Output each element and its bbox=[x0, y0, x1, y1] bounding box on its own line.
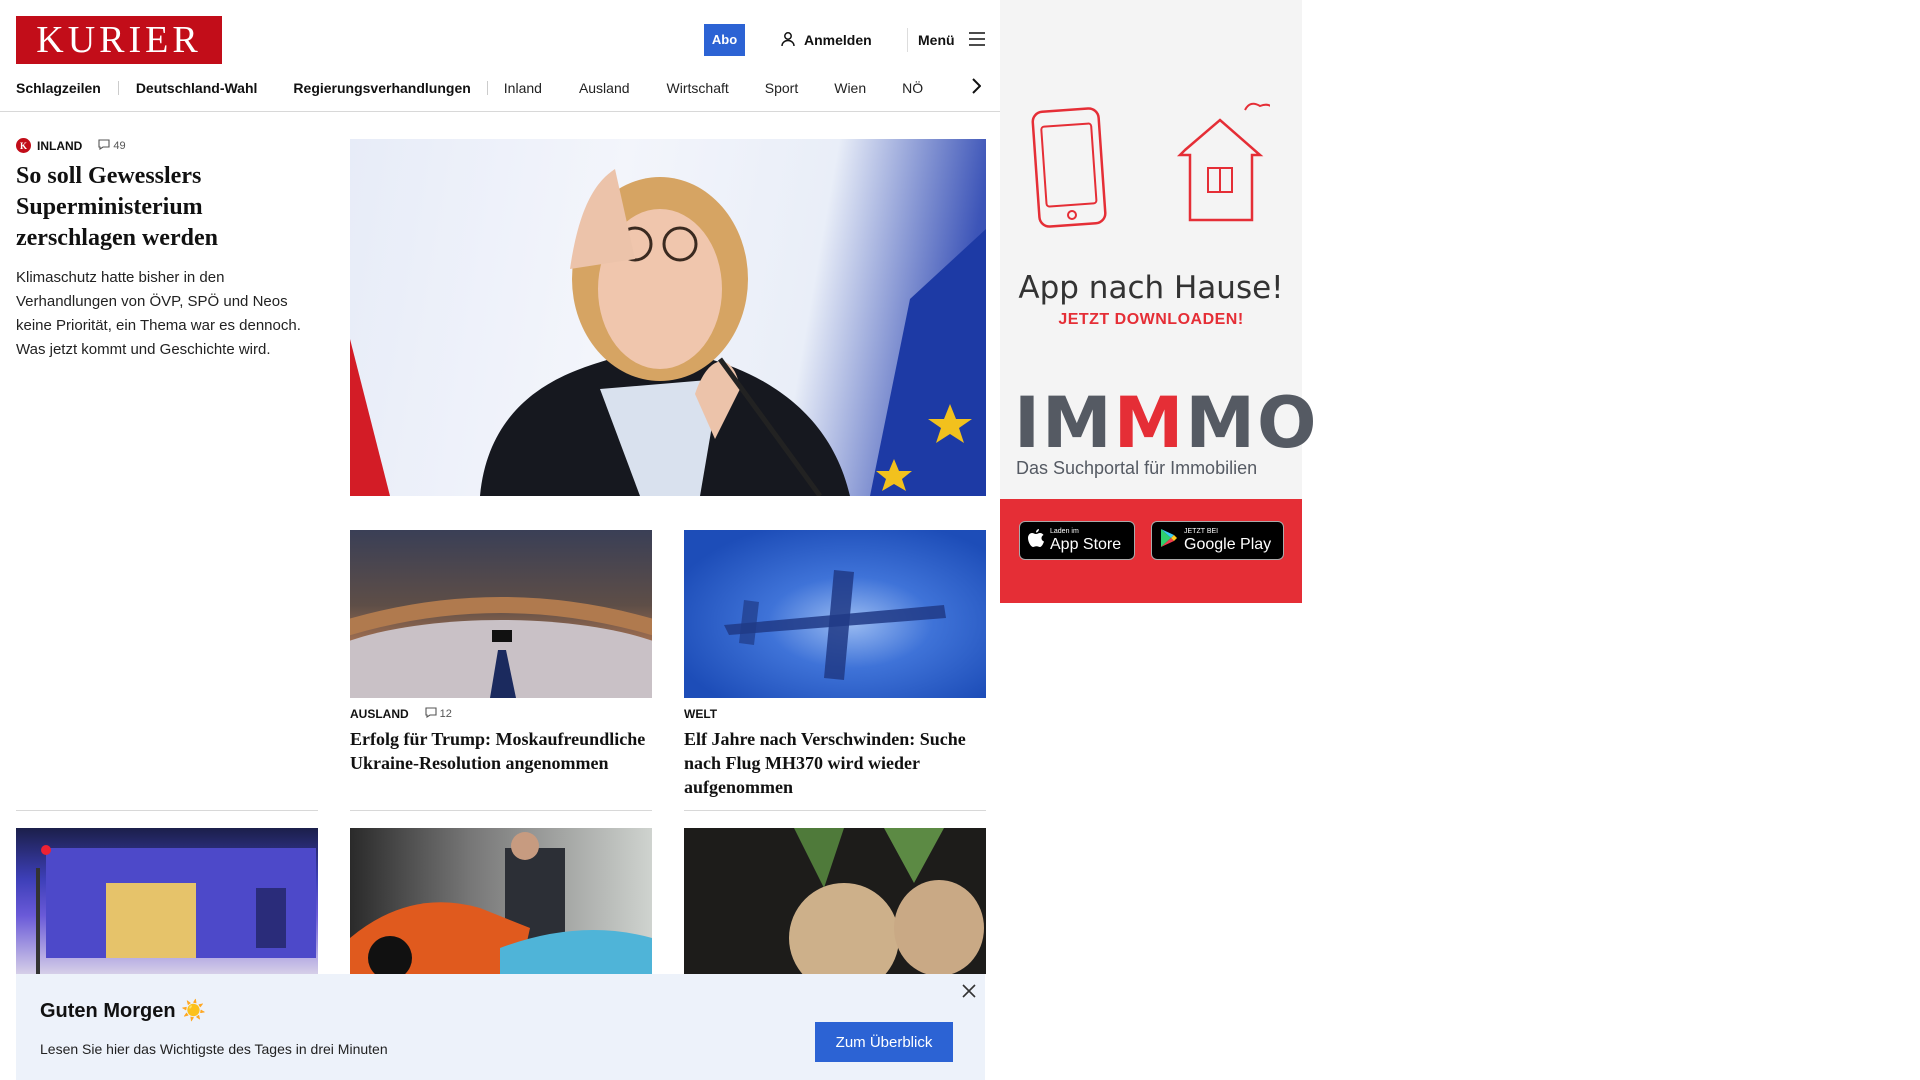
kurier-k-icon: K bbox=[16, 138, 31, 153]
nav-item-inland[interactable]: Inland bbox=[504, 80, 542, 96]
chevron-right-icon bbox=[971, 77, 982, 99]
google-play-big: Google Play bbox=[1184, 536, 1272, 553]
header-divider bbox=[907, 28, 908, 52]
card-comment-count[interactable]: 12 bbox=[425, 707, 452, 721]
morning-briefing-banner: Guten Morgen ☀️ Lesen Sie hier das Wicht… bbox=[16, 974, 985, 1080]
nav-item-ausland[interactable]: Ausland bbox=[579, 80, 630, 96]
hero-image[interactable] bbox=[350, 139, 986, 496]
comment-count: 49 bbox=[113, 139, 126, 152]
banner-title: Guten Morgen ☀️ bbox=[40, 1000, 207, 1022]
overview-button[interactable]: Zum Überblick bbox=[815, 1022, 953, 1062]
user-icon bbox=[780, 31, 796, 50]
hamburger-icon bbox=[968, 31, 985, 49]
immmo-logo-part: M bbox=[1113, 382, 1186, 464]
comment-icon bbox=[98, 138, 110, 153]
nav-item-noe[interactable]: NÖ bbox=[902, 80, 923, 96]
ad-subline: JETZT DOWNLOADEN! bbox=[1058, 311, 1244, 328]
card-title[interactable]: Erfolg für Trump: Moskaufreundliche Ukra… bbox=[350, 727, 652, 775]
menu-label: Menü bbox=[918, 32, 955, 48]
hero-teaser: Klimaschutz hatte bisher in den Verhandl… bbox=[16, 269, 301, 358]
nav-item-sport[interactable]: Sport bbox=[765, 80, 798, 96]
card-welt[interactable]: WELT Elf Jahre nach Verschwinden: Suche … bbox=[684, 707, 986, 799]
nav-item-schlagzeilen[interactable]: Schlagzeilen bbox=[16, 80, 101, 96]
nav-item-deutschland-wahl[interactable]: Deutschland-Wahl bbox=[136, 80, 258, 96]
card-image-motorbike[interactable] bbox=[350, 828, 652, 974]
login-button[interactable]: Anmelden bbox=[780, 24, 872, 56]
nav-separator bbox=[117, 81, 119, 95]
google-play-small: JETZT BEI bbox=[1184, 528, 1219, 535]
hero-category-row: K INLAND 49 bbox=[16, 138, 316, 153]
card-category[interactable]: AUSLAND bbox=[350, 707, 409, 721]
card-title[interactable]: Elf Jahre nach Verschwinden: Suche nach … bbox=[684, 727, 986, 799]
hero-title[interactable]: So soll Gewesslers Superministerium zers… bbox=[16, 161, 316, 254]
section-nav: Schlagzeilen Deutschland-Wahl Regierungs… bbox=[16, 76, 966, 100]
divider bbox=[350, 810, 652, 811]
card-image-celery[interactable] bbox=[684, 828, 986, 974]
nav-separator bbox=[486, 81, 488, 95]
immmo-advertisement[interactable]: App nach Hause! JETZT DOWNLOADEN! IMMMO … bbox=[1000, 0, 1317, 603]
card-image-welt[interactable] bbox=[684, 530, 986, 698]
site-header: KURIER Abo Anmelden Menü Schlagzeilen De… bbox=[0, 0, 1000, 112]
banner-close-button[interactable] bbox=[958, 982, 980, 1004]
login-label: Anmelden bbox=[804, 32, 872, 48]
comment-icon bbox=[425, 707, 437, 721]
google-play-icon bbox=[1160, 528, 1178, 553]
app-store-big: App Store bbox=[1050, 536, 1122, 553]
menu-button[interactable]: Menü bbox=[918, 24, 985, 56]
nav-next-button[interactable] bbox=[966, 76, 986, 100]
main-column: KURIER Abo Anmelden Menü Schlagzeilen De… bbox=[0, 0, 1000, 1080]
divider bbox=[16, 810, 318, 811]
comment-count: 12 bbox=[439, 708, 452, 720]
close-icon bbox=[962, 983, 976, 1003]
kurier-logo[interactable]: KURIER bbox=[16, 16, 222, 64]
store-badge-area: Laden im App Store JETZT BEI Google Play bbox=[1000, 499, 1302, 603]
google-play-button[interactable]: JETZT BEI Google Play bbox=[1151, 521, 1284, 560]
immmo-logo: IMMMO bbox=[1014, 388, 1319, 458]
hero-category[interactable]: INLAND bbox=[37, 139, 82, 153]
apple-icon bbox=[1028, 528, 1044, 553]
immmo-logo-part: MO bbox=[1185, 382, 1319, 464]
immmo-logo-part: IM bbox=[1014, 382, 1114, 464]
nav-item-wirtschaft[interactable]: Wirtschaft bbox=[667, 80, 729, 96]
app-store-small: Laden im bbox=[1050, 528, 1079, 535]
banner-text: Lesen Sie hier das Wichtigste des Tages … bbox=[40, 1041, 388, 1057]
nav-item-wien[interactable]: Wien bbox=[834, 80, 866, 96]
app-store-button[interactable]: Laden im App Store bbox=[1019, 521, 1135, 560]
phone-house-illustration bbox=[1031, 102, 1270, 228]
ad-headline: App nach Hause! bbox=[1018, 270, 1284, 306]
hero-comment-count[interactable]: 49 bbox=[98, 138, 126, 153]
card-image-post-office[interactable] bbox=[16, 828, 318, 974]
immmo-tagline: Das Suchportal für Immobilien bbox=[1016, 458, 1258, 478]
card-image-ausland[interactable] bbox=[350, 530, 652, 698]
nav-item-regierungsverhandlungen[interactable]: Regierungsverhandlungen bbox=[293, 80, 470, 96]
card-ausland[interactable]: AUSLAND 12 Erfolg für Trump: Moskaufreun… bbox=[350, 707, 652, 775]
hero-article[interactable]: K INLAND 49 So soll Gewesslers Supermini… bbox=[16, 138, 316, 362]
abo-button[interactable]: Abo bbox=[704, 24, 745, 56]
divider bbox=[684, 810, 986, 811]
card-category[interactable]: WELT bbox=[684, 707, 717, 721]
